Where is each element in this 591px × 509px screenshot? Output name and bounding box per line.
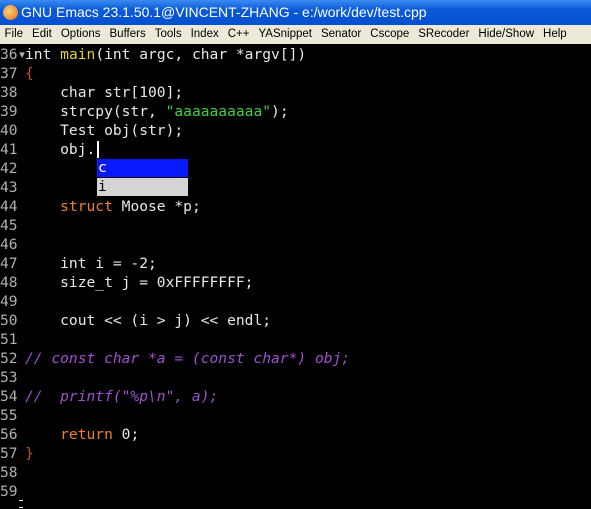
line-code: obj. [25,140,95,159]
menu-options[interactable]: Options [56,25,105,44]
window-title: GNU Emacs 23.1.50.1@VINCENT-ZHANG - e:/w… [21,4,427,20]
menu-edit[interactable]: Edit [28,25,57,44]
completion-item-i[interactable]: i [97,178,188,196]
line-number: 56 [0,426,18,443]
token: // const char *a = (const char*) obj; [25,350,351,367]
line-number: 49 [0,293,18,310]
title-bar: GNU Emacs 23.1.50.1@VINCENT-ZHANG - e:/w… [0,0,591,25]
line-number: 57 [0,445,18,462]
line-number: 41 [0,141,18,158]
token: int i = -2; [25,255,157,272]
token: size_t j = 0xFFFFFFFF; [25,274,254,291]
line-number: 44 [0,198,18,215]
line-code: // printf("%p\n", a); [25,387,218,406]
line-code: // const char *a = (const char*) obj; [25,349,350,368]
token: strcpy(str, [25,103,166,120]
menu-senator[interactable]: Senator [316,25,365,44]
line-number: 55 [0,407,18,424]
line-number: 39 [0,103,18,120]
line-number: 52 [0,350,18,367]
fringe-marker [19,500,23,508]
menu-srecoder[interactable]: SRecoder [414,25,474,44]
line-number: 58 [0,464,18,481]
line-code: int main(int argc, char *argv[]) [25,45,306,64]
menu-hideshow[interactable]: Hide/Show [474,25,539,44]
line-number: 38 [0,84,18,101]
line-number: 50 [0,312,18,329]
completion-item-c[interactable]: c [97,159,188,177]
token: return [25,426,113,443]
line-number: 37 [0,65,18,82]
line-code: Test obj(str); [25,121,183,140]
line-number: 40 [0,122,18,139]
menu-buffers[interactable]: Buffers [105,25,150,44]
token: cout << (i > j) << endl; [25,312,272,329]
line-code: strcpy(str, "aaaaaaaaaa"); [25,102,289,121]
token: main [60,46,96,63]
line-number: 43 [0,179,18,196]
token: 0; [112,426,140,443]
line-number: 59 [0,483,18,500]
token: Moose *p; [112,198,201,215]
line-number: 45 [0,217,18,234]
line-code: char str[100]; [25,83,183,102]
line-number: 42 [0,160,18,177]
editor-buffer[interactable]: 36▾ int main(int argc, char *argv[]) 37 {38… [0,45,591,509]
token: struct [25,198,113,215]
token: // printf("%p\n", a); [25,388,219,405]
menu-file[interactable]: File [0,25,28,44]
line-code: int i = -2; [25,254,157,273]
emacs-icon[interactable] [3,5,18,20]
line-number: 46 [0,236,18,253]
line-code: struct Moose *p; [25,197,201,216]
line-code: cout << (i > j) << endl; [25,311,271,330]
token: ); [271,103,289,120]
menu-yasnippet[interactable]: YASnippet [254,25,317,44]
token: obj. [25,141,96,158]
token: } [25,445,34,462]
line-number: 54 [0,388,18,405]
token: "aaaaaaaaaa" [165,103,272,120]
menu-cscope[interactable]: Cscope [366,25,414,44]
line-number: 48 [0,274,18,291]
menu-c++[interactable]: C++ [223,25,254,44]
line-number: 51 [0,331,18,348]
line-number: 53 [0,369,18,386]
line-code: size_t j = 0xFFFFFFFF; [25,273,253,292]
line-number: 36▾ [0,46,27,63]
menu-index[interactable]: Index [186,25,223,44]
menu-help[interactable]: Help [539,25,572,44]
token: { [25,65,34,82]
menu-bar: File Edit Options Buffers Tools Index C++ YASni… [0,25,591,44]
line-code: return 0; [25,425,139,444]
line-code: { [25,64,34,83]
token: char str[100]; [25,84,184,101]
text-cursor [97,141,99,158]
menu-tools[interactable]: Tools [150,25,186,44]
token: (int argc, char *argv[]) [95,46,307,63]
token: int [25,46,61,63]
token: Test obj(str); [25,122,184,139]
line-number: 47 [0,255,18,272]
line-code: } [25,444,34,463]
